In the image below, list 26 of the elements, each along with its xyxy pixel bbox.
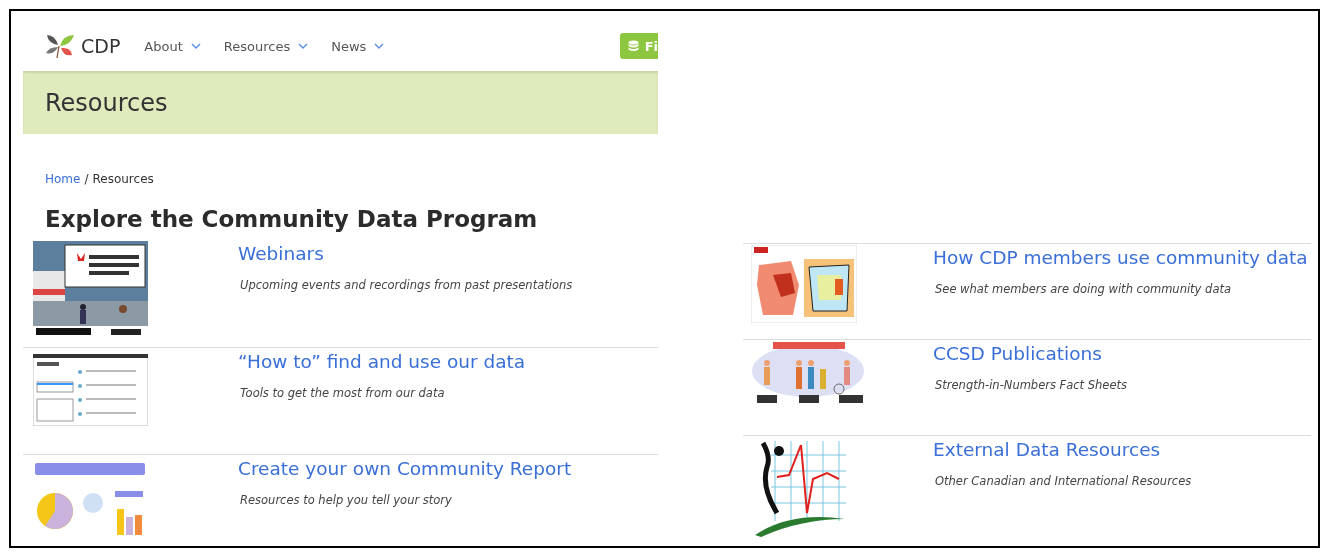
breadcrumb-current: Resources xyxy=(92,172,154,186)
resource-title-link[interactable]: External Data Resources xyxy=(933,439,1192,460)
nav-menu-item[interactable]: News xyxy=(331,38,385,54)
resource-description: Upcoming events and recordings from past presentations xyxy=(240,278,573,292)
chevron-down-icon xyxy=(298,43,309,49)
database-icon xyxy=(627,39,639,53)
chevron-down-icon xyxy=(374,43,385,49)
resource-title-link[interactable]: Create your own Community Report xyxy=(238,458,572,479)
leaf-logo-icon[interactable] xyxy=(45,33,75,59)
resource-description: Resources to help you tell your story xyxy=(240,493,453,507)
breadcrumb-link[interactable]: Home xyxy=(45,172,81,186)
resource-title-link[interactable]: CCSD Publications xyxy=(933,343,1127,364)
site-logo-text[interactable]: CDP xyxy=(81,35,121,57)
resource-description: Other Canadian and International Resources xyxy=(935,474,1192,488)
resource-description: Tools to get the most from our data xyxy=(240,386,446,400)
page-banner-title: Resources xyxy=(45,88,168,117)
resource-title-link[interactable]: How CDP members use community data xyxy=(933,247,1308,268)
nav-menu-item[interactable]: Resources xyxy=(223,38,309,54)
resource-title-link[interactable]: “How to” find and use our data xyxy=(238,351,526,372)
nav-menu-item[interactable]: About xyxy=(144,38,201,54)
breadcrumb-separator: / xyxy=(84,172,89,186)
chevron-down-icon xyxy=(190,43,201,49)
resource-title-link[interactable]: Webinars xyxy=(238,243,573,264)
resource-description: Strength-in-Numbers Fact Sheets xyxy=(935,378,1127,392)
resource-description: See what members are doing with community data xyxy=(935,282,1232,296)
section-heading: Explore the Community Data Program xyxy=(45,206,539,232)
